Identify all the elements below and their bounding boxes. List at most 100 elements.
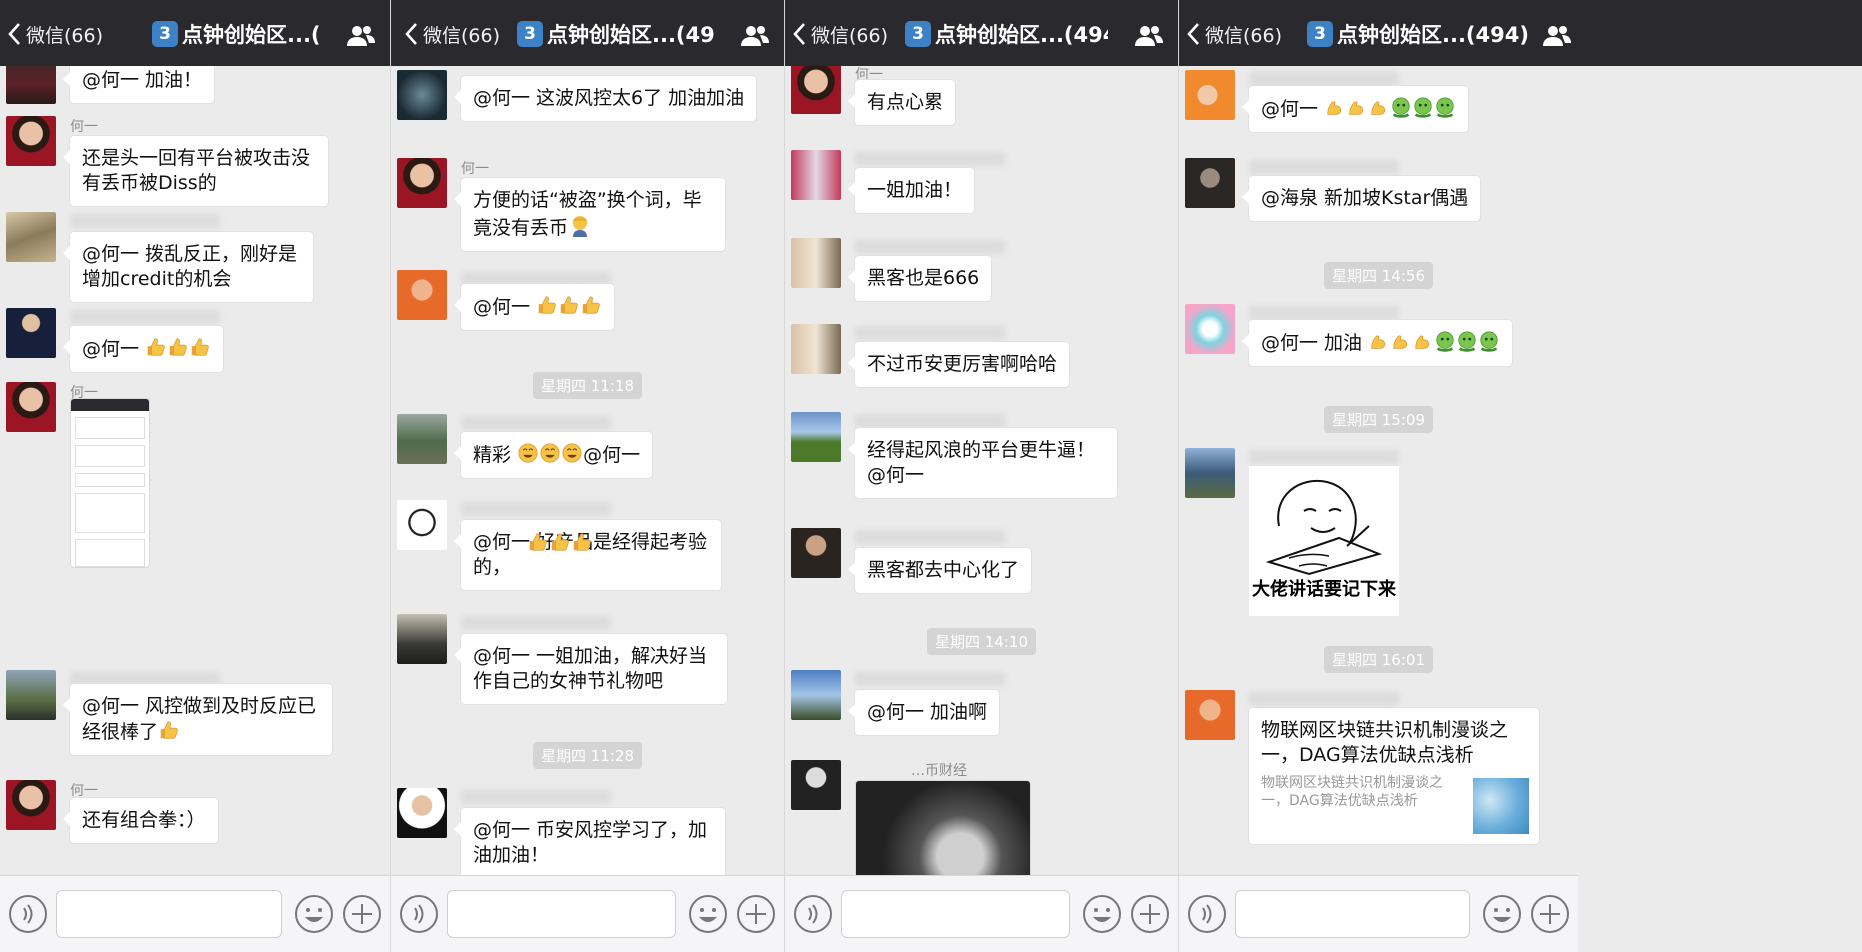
message-input[interactable]: [56, 890, 282, 938]
avatar[interactable]: [6, 382, 56, 432]
message-input[interactable]: [447, 890, 676, 938]
avatar[interactable]: [1185, 158, 1235, 208]
avatar[interactable]: [6, 66, 56, 104]
message-bubble[interactable]: 还是头一回有平台被攻击没有丢币被Diss的: [63, 136, 328, 206]
group-badge: 3: [517, 21, 543, 47]
avatar[interactable]: [6, 212, 56, 262]
avatar[interactable]: [1185, 448, 1235, 498]
message-bubble[interactable]: @何一 加油啊: [847, 690, 1000, 735]
message-bubble[interactable]: 黑客也是666: [847, 256, 992, 301]
back-button[interactable]: 微信(66): [403, 20, 500, 48]
avatar[interactable]: [791, 412, 841, 462]
back-button[interactable]: 微信(66): [1185, 20, 1282, 48]
message-bubble[interactable]: @海泉 新加坡Kstar偶遇: [1241, 176, 1481, 221]
message-bubble[interactable]: @何一 拨乱反正，刚好是增加credit的机会: [63, 232, 313, 302]
group-badge: 3: [1307, 21, 1333, 47]
group-members-icon[interactable]: [1134, 24, 1164, 48]
plus-icon[interactable]: [736, 894, 776, 934]
flexed-biceps-emoji: [1390, 330, 1412, 352]
avatar[interactable]: [397, 158, 447, 208]
navbar: 微信(66) 3 点钟创始区...(494): [785, 0, 1178, 66]
message-text: @何一: [473, 296, 531, 318]
avatar[interactable]: [6, 116, 56, 166]
message-bubble[interactable]: 不过币安更厉害啊哈哈: [847, 342, 1070, 387]
message-bubble[interactable]: @何一: [453, 284, 615, 330]
sender-name: 何一: [70, 119, 98, 135]
chat-area[interactable]: @何一 加油！ 何一 还是头一回有平台被攻击没有丢币被Diss的 @何一 拨乱反…: [0, 66, 390, 875]
photo-image[interactable]: [855, 780, 1031, 875]
voice-icon[interactable]: [793, 894, 833, 934]
emoji-icon[interactable]: [1482, 894, 1522, 934]
message-bubble[interactable]: 黑客都去中心化了: [847, 548, 1032, 593]
avatar[interactable]: [791, 150, 841, 200]
thumbs-up-emoji: [558, 294, 580, 316]
message-text: @何一 加油: [1261, 332, 1363, 354]
avatar[interactable]: [397, 614, 447, 664]
screenshot-image[interactable]: [70, 398, 150, 568]
plus-icon[interactable]: [342, 894, 382, 934]
timestamp: 星期四 16:01: [1179, 646, 1578, 673]
avatar[interactable]: [397, 788, 447, 838]
zombie-emoji: [1412, 96, 1434, 118]
message-bubble[interactable]: @何一 加油: [1241, 320, 1513, 366]
avatar[interactable]: [791, 760, 841, 810]
avatar[interactable]: [791, 528, 841, 578]
sender-name-blurred: [1249, 72, 1399, 86]
voice-icon[interactable]: [1187, 894, 1227, 934]
zombie-emoji: [1434, 330, 1456, 352]
emoji-icon[interactable]: [688, 894, 728, 934]
message-bubble[interactable]: @何一 币安风控学习了，加油加油！: [454, 808, 725, 875]
thumbs-up-emoji: [167, 336, 189, 358]
message-input[interactable]: [1235, 890, 1470, 938]
avatar[interactable]: [791, 324, 841, 374]
message-bubble[interactable]: 还有组合拳：）: [63, 798, 218, 843]
avatar[interactable]: [791, 670, 841, 720]
link-card[interactable]: 物联网区块链共识机制漫谈之一，DAG算法优缺点浅析 物联网区块链共识机制漫谈之一…: [1249, 708, 1539, 844]
avatar[interactable]: [1185, 690, 1235, 740]
avatar[interactable]: [397, 270, 447, 320]
chat-area[interactable]: @何一 @海泉 新加坡Kstar偶遇 星期四 14:56 @何一 加油 星期四 …: [1179, 66, 1578, 875]
emoji-icon[interactable]: [1082, 894, 1122, 934]
avatar[interactable]: [397, 414, 447, 464]
voice-icon[interactable]: [8, 894, 48, 934]
message-bubble[interactable]: @何一 风控做到及时反应已经很棒了: [63, 684, 332, 755]
chat-area[interactable]: 何一 有点心累 一姐加油！ 黑客也是666 不过币安更厉害啊哈哈 经得起风浪的平…: [785, 66, 1178, 875]
avatar[interactable]: [791, 238, 841, 288]
sender-name-blurred: [855, 530, 1005, 544]
avatar[interactable]: [6, 670, 56, 720]
chat-panel-4: 微信(66) 3 点钟创始区...(494) @何一 @海泉 新加坡Kstar偶…: [1178, 0, 1862, 952]
message-bubble[interactable]: @何一: [1241, 86, 1469, 132]
message-bubble[interactable]: 有点心累: [847, 80, 956, 125]
plus-icon[interactable]: [1530, 894, 1570, 934]
message-bubble[interactable]: @何一 加油！: [62, 66, 215, 103]
message-bubble[interactable]: @何一: [62, 326, 224, 372]
back-button[interactable]: 微信(66): [791, 20, 888, 48]
plus-icon[interactable]: [1130, 894, 1170, 934]
avatar[interactable]: [397, 500, 447, 550]
avatar[interactable]: [791, 66, 841, 114]
message-input[interactable]: [841, 890, 1070, 938]
message-bubble[interactable]: 一姐加油！: [847, 168, 975, 213]
voice-icon[interactable]: [399, 894, 439, 934]
sender-name-blurred: [1249, 692, 1399, 706]
group-title-text: 点钟创始区...(494): [1337, 23, 1529, 47]
message-bubble[interactable]: 方便的话“被盗”换个词，毕竟没有丢币: [454, 178, 725, 251]
emoji-icon[interactable]: [294, 894, 334, 934]
group-members-icon[interactable]: [1542, 24, 1572, 48]
chat-area[interactable]: @何一 这波风控太6了 加油加油 何一 方便的话“被盗”换个词，毕竟没有丢币 @…: [391, 66, 784, 875]
message-bubble[interactable]: @何一 一姐加油，解决好当作自己的女神节礼物吧: [454, 634, 727, 704]
back-label: 微信(66): [423, 24, 501, 47]
back-button[interactable]: 微信(66): [6, 20, 103, 48]
avatar[interactable]: [6, 308, 56, 358]
avatar[interactable]: [397, 70, 447, 120]
message-bubble[interactable]: 精彩 @何一: [453, 432, 653, 478]
meme-sticker[interactable]: 大佬讲话要记下来: [1249, 466, 1399, 616]
avatar[interactable]: [1185, 70, 1235, 120]
avatar[interactable]: [1185, 304, 1235, 354]
message-bubble[interactable]: @何一 这波风控太6了 加油加油: [453, 76, 757, 121]
message-bubble[interactable]: @何一 好产品是经得起考验的，: [454, 520, 721, 590]
group-members-icon[interactable]: [346, 24, 376, 48]
avatar[interactable]: [6, 780, 56, 830]
message-bubble[interactable]: 经得起风浪的平台更牛逼！@何一: [848, 428, 1117, 498]
group-members-icon[interactable]: [740, 24, 770, 48]
